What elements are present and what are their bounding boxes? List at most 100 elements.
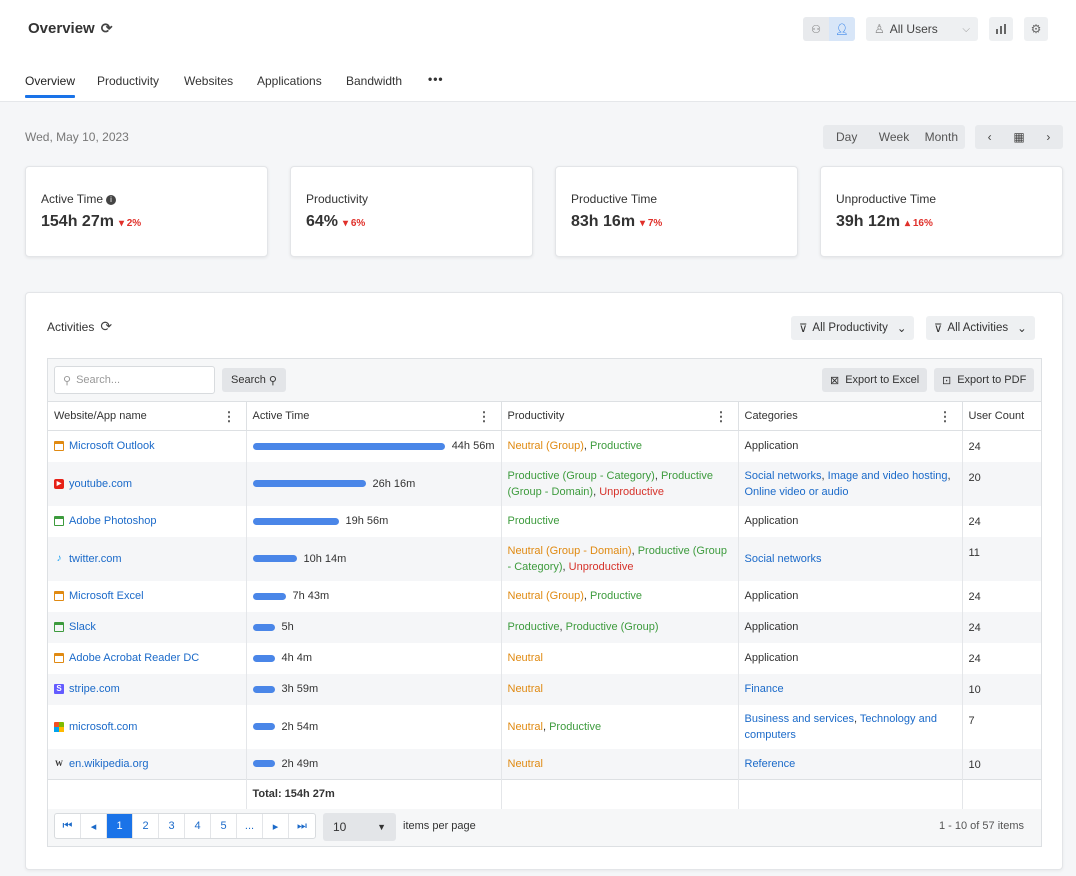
team-view-icon[interactable]: ⚇ xyxy=(803,17,829,41)
more-pages-button[interactable]: ... xyxy=(237,814,263,838)
column-header-productivity[interactable]: Productivity ⋮ xyxy=(501,401,739,431)
table-row: Slack 5h Productive, Productive (Group) App… xyxy=(48,611,1041,643)
search-input[interactable]: ⚲ Search... xyxy=(54,366,215,394)
categories-cell: Reference xyxy=(738,748,963,780)
tab-applications[interactable]: Applications xyxy=(257,74,322,88)
tab-overview[interactable]: Overview xyxy=(25,74,76,98)
app-name-link[interactable]: youtube.com xyxy=(69,476,132,492)
range-day-button[interactable]: Day xyxy=(823,125,870,149)
active-time-value: 44h 56m xyxy=(451,440,495,453)
column-header-name[interactable]: Website/App name ⋮ xyxy=(48,401,247,431)
user-count: 20 xyxy=(962,461,1041,506)
productivity-cell: Neutral (Group - Domain), Productive (Gr… xyxy=(501,536,739,581)
column-header-active-time[interactable]: Active Time ⋮ xyxy=(246,401,502,431)
export-pdf-button[interactable]: ⊡ Export to PDF xyxy=(934,368,1035,392)
active-time-bar xyxy=(252,685,275,693)
category-link[interactable]: Social networks xyxy=(745,470,822,482)
range-week-button[interactable]: Week xyxy=(870,125,917,149)
page-size-select[interactable]: 10 ▼ xyxy=(323,813,396,841)
chart-icon[interactable] xyxy=(989,17,1013,41)
category-label: Application xyxy=(744,515,799,527)
next-page-icon[interactable]: ▸ xyxy=(263,814,289,838)
page-button[interactable]: 5 xyxy=(211,814,237,838)
column-menu-icon[interactable]: ⋮ xyxy=(715,409,728,425)
active-time-bar xyxy=(252,592,286,600)
search-button[interactable]: Search ⚲ xyxy=(222,368,286,392)
productivity-cell: Neutral xyxy=(501,748,739,780)
productivity-cell: Neutral xyxy=(501,642,739,674)
tab-bandwidth[interactable]: Bandwidth xyxy=(346,74,402,88)
refresh-icon[interactable]: ⟳ xyxy=(100,318,112,335)
user-filter-select[interactable]: ♙ All Users ⌵ xyxy=(866,17,978,41)
range-month-button[interactable]: Month xyxy=(918,125,965,149)
tab-websites[interactable]: Websites xyxy=(184,74,233,88)
app-name-link[interactable]: microsoft.com xyxy=(69,719,137,735)
column-header-user-count[interactable]: User Count xyxy=(962,401,1041,431)
page-button[interactable]: 4 xyxy=(185,814,211,838)
app-window-icon xyxy=(54,622,64,632)
active-time-bar xyxy=(252,760,275,768)
export-excel-button[interactable]: ⊠ Export to Excel xyxy=(822,368,928,392)
active-time-value: 10h 14m xyxy=(303,552,347,565)
app-name-link[interactable]: twitter.com xyxy=(69,551,122,567)
category-link[interactable]: Online video or audio xyxy=(745,486,849,498)
page-button[interactable]: 1 xyxy=(107,814,133,838)
active-time-bar xyxy=(252,623,275,631)
stat-value: 83h 16m xyxy=(571,213,636,230)
stat-card-productivity: Productivity 64% ▾ 6% xyxy=(290,166,533,257)
table-row: Adobe Photoshop 19h 56m Productive Applicat… xyxy=(48,505,1041,537)
app-window-icon xyxy=(54,653,64,663)
app-name-link[interactable]: Microsoft Outlook xyxy=(69,438,155,454)
page-button[interactable]: 3 xyxy=(159,814,185,838)
stat-card-unproductive-time: Unproductive Time 39h 12m ▴ 16% xyxy=(820,166,1063,257)
calendar-icon[interactable]: ▦ xyxy=(1004,125,1033,149)
page-button[interactable]: 2 xyxy=(133,814,159,838)
active-time-bar xyxy=(252,517,339,525)
info-icon[interactable]: i xyxy=(106,194,117,205)
app-name-link[interactable]: en.wikipedia.org xyxy=(69,756,149,772)
app-name-link[interactable]: stripe.com xyxy=(69,681,120,697)
productivity-cell: Neutral, Productive xyxy=(501,704,739,749)
column-menu-icon[interactable]: ⋮ xyxy=(478,409,491,425)
app-name-link[interactable]: Adobe Acrobat Reader DC xyxy=(69,650,199,666)
user-view-icon[interactable]: 👤︎ xyxy=(829,17,855,41)
app-name-link[interactable]: Adobe Photoshop xyxy=(69,513,156,529)
app-name-link[interactable]: Microsoft Excel xyxy=(69,588,144,604)
user-icon: ♙ xyxy=(874,22,885,36)
pdf-file-icon: ⊡ xyxy=(942,374,952,387)
category-link[interactable]: Business and services xyxy=(745,713,854,725)
active-time-value: 7h 43m xyxy=(292,590,330,602)
refresh-icon[interactable]: ⟳ xyxy=(101,20,113,37)
gear-icon[interactable]: ⚙ xyxy=(1024,17,1048,41)
activities-filter-button[interactable]: ⊽ All Activities ⌄ xyxy=(926,316,1035,340)
app-name-link[interactable]: Slack xyxy=(69,619,96,635)
column-menu-icon[interactable]: ⋮ xyxy=(223,409,236,425)
table-row: ♪ twitter.com 10h 14m Neutral (Group - Doma… xyxy=(48,536,1041,581)
total-active-time: Total: 154h 27m xyxy=(246,779,502,809)
category-link[interactable]: Reference xyxy=(745,758,796,770)
active-time-bar xyxy=(252,442,445,450)
category-link[interactable]: Finance xyxy=(745,683,784,695)
column-menu-icon[interactable]: ⋮ xyxy=(939,409,952,425)
stat-delta: ▾ 6% xyxy=(343,218,366,229)
prev-page-icon[interactable]: ◂ xyxy=(81,814,107,838)
productivity-filter-button[interactable]: ⊽ All Productivity ⌄ xyxy=(791,316,915,340)
stat-label: Unproductive Time xyxy=(836,192,937,206)
category-link[interactable]: Image and video hosting xyxy=(828,470,948,482)
chevron-right-icon[interactable]: › xyxy=(1034,125,1063,149)
first-page-icon[interactable]: ⏮︎ xyxy=(55,814,81,838)
last-page-icon[interactable]: ⏭︎ xyxy=(289,814,315,838)
total-row: Total: 154h 27m xyxy=(48,779,1041,809)
table-row: Sstripe.com 3h 59m Neutral Finance 10 xyxy=(48,673,1041,705)
twitter-icon: ♪ xyxy=(56,552,62,564)
column-header-categories[interactable]: Categories ⋮ xyxy=(738,401,963,431)
tab-productivity[interactable]: Productivity xyxy=(97,74,159,88)
productivity-cell: Productive, Productive (Group) xyxy=(501,611,739,643)
table-row: microsoft.com 2h 54m Neutral, Productive Bu… xyxy=(48,704,1041,749)
categories-cell: Business and services, Technology and co… xyxy=(738,704,963,749)
category-link[interactable]: Social networks xyxy=(745,553,822,565)
range-selector: Day Week Month xyxy=(823,125,965,149)
chevron-left-icon[interactable]: ‹ xyxy=(975,125,1004,149)
chevron-down-icon: ⌄ xyxy=(1017,323,1027,335)
more-tabs-icon[interactable]: ••• xyxy=(428,72,444,86)
